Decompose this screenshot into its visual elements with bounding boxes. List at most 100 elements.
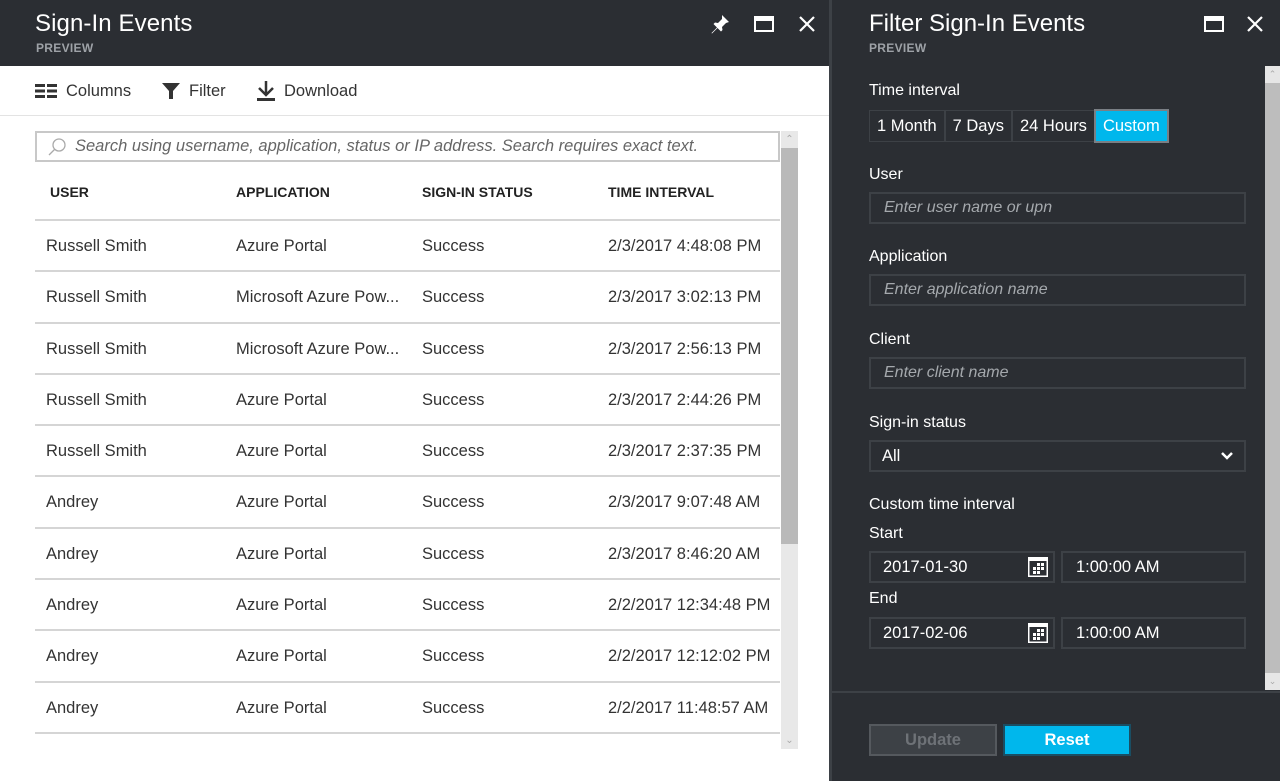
- table-row[interactable]: Russell Smith Microsoft Azure Pow... Succe…: [35, 272, 780, 324]
- maximize-icon[interactable]: [752, 12, 776, 36]
- cell-user: Russell Smith: [46, 339, 147, 358]
- filter-button[interactable]: Filter: [161, 79, 226, 103]
- scrollbar-thumb[interactable]: [781, 148, 798, 544]
- cell-sign-in-status: Success: [422, 647, 485, 666]
- columns-button[interactable]: Columns: [35, 79, 131, 103]
- application-input[interactable]: [884, 281, 1244, 299]
- cell-user: Andrey: [46, 698, 99, 717]
- table-header: USER APPLICATION SIGN-IN STATUS TIME INT…: [35, 162, 780, 221]
- scroll-up-arrow-icon[interactable]: ⌃: [1265, 66, 1280, 83]
- cell-application: Azure Portal: [236, 596, 327, 615]
- column-header-application[interactable]: APPLICATION: [236, 184, 330, 200]
- end-label: End: [869, 590, 898, 607]
- cell-user: Russell Smith: [46, 390, 147, 409]
- column-header-sign-in-status[interactable]: SIGN-IN STATUS: [422, 184, 533, 200]
- cell-application: Azure Portal: [236, 544, 327, 563]
- reset-button[interactable]: Reset: [1003, 724, 1131, 756]
- close-icon[interactable]: [795, 12, 819, 36]
- time-interval-label: Time interval: [869, 82, 960, 99]
- end-time-value: 1:00:00 AM: [1076, 623, 1160, 642]
- start-date-picker[interactable]: 2017-01-30: [869, 551, 1055, 583]
- cell-time-interval: 2/3/2017 4:48:08 PM: [608, 237, 762, 255]
- cell-time-interval: 2/3/2017 3:02:13 PM: [608, 288, 762, 307]
- portal-window: Sign-In Events PREVIEW Columns Filter Do…: [0, 0, 1280, 781]
- start-time-field[interactable]: 1:00:00 AM: [1061, 551, 1246, 583]
- pin-icon[interactable]: [708, 12, 732, 36]
- cell-user: Andrey: [46, 596, 99, 615]
- table-row[interactable]: Andrey Azure Portal Success 2/3/2017 8:46:2…: [35, 529, 780, 581]
- cell-user: Russell Smith: [46, 288, 147, 307]
- calendar-icon[interactable]: [1027, 622, 1049, 644]
- table-row[interactable]: Andrey Azure Portal Success 2/2/2017 12:12:…: [35, 631, 780, 683]
- update-button[interactable]: Update: [869, 724, 997, 756]
- calendar-icon[interactable]: [1027, 556, 1049, 578]
- column-header-time-interval[interactable]: TIME INTERVAL: [608, 184, 714, 200]
- cell-sign-in-status: Success: [422, 698, 485, 717]
- filter-scrollbar[interactable]: ⌃ ⌄: [1265, 66, 1280, 690]
- search-box[interactable]: [35, 131, 780, 162]
- cell-time-interval: 2/3/2017 2:37:35 PM: [608, 442, 762, 461]
- scroll-down-arrow-icon[interactable]: ⌄: [1265, 673, 1280, 690]
- time-interval-option-custom[interactable]: Custom: [1093, 109, 1169, 143]
- user-input[interactable]: [884, 199, 1244, 217]
- maximize-icon[interactable]: [1202, 12, 1226, 36]
- end-time-field[interactable]: 1:00:00 AM: [1061, 617, 1246, 649]
- application-field[interactable]: [869, 274, 1246, 306]
- filter-label: Filter: [189, 81, 226, 100]
- cell-application: Azure Portal: [236, 237, 327, 255]
- download-button[interactable]: Download: [256, 79, 357, 103]
- sign-in-status-selected-value: All: [882, 446, 901, 465]
- table-row[interactable]: Russell Smith Microsoft Azure Pow... Succe…: [35, 324, 780, 375]
- sign-in-events-table: USER APPLICATION SIGN-IN STATUS TIME INT…: [35, 162, 780, 734]
- table-row[interactable]: Russell Smith Azure Portal Success 2/3/2017…: [35, 426, 780, 478]
- time-interval-selector: 1 Month 7 Days 24 Hours Custom: [869, 109, 1169, 143]
- start-date-value: 2017-01-30: [883, 557, 968, 576]
- column-header-user[interactable]: USER: [50, 184, 89, 200]
- download-icon: [257, 81, 275, 101]
- cell-time-interval: 2/2/2017 11:48:57 AM: [608, 698, 769, 717]
- client-input[interactable]: [884, 364, 1244, 382]
- cell-application: Azure Portal: [236, 390, 327, 409]
- filter-sign-in-events-blade: Filter Sign-In Events PREVIEW Time inter…: [832, 0, 1280, 781]
- scroll-up-arrow-icon[interactable]: ⌃: [781, 131, 798, 148]
- table-scrollbar[interactable]: ⌃ ⌄: [781, 131, 798, 749]
- table-row[interactable]: Andrey Azure Portal Success 2/3/2017 9:07:4…: [35, 477, 780, 529]
- table-body: Russell Smith Azure Portal Success 2/3/2017…: [35, 221, 780, 734]
- user-field[interactable]: [869, 192, 1246, 224]
- cell-application: Azure Portal: [236, 493, 327, 512]
- scroll-down-arrow-icon[interactable]: ⌄: [781, 732, 798, 749]
- cell-time-interval: 2/2/2017 12:34:48 PM: [608, 596, 771, 615]
- custom-time-interval-label: Custom time interval: [869, 496, 1015, 513]
- cell-time-interval: 2/3/2017 9:07:48 AM: [608, 493, 761, 512]
- cell-sign-in-status: Success: [422, 493, 485, 512]
- start-label: Start: [869, 525, 903, 542]
- client-label: Client: [869, 331, 910, 348]
- table-row[interactable]: Andrey Azure Portal Success 2/2/2017 11:48:…: [35, 683, 780, 734]
- table-row[interactable]: Russell Smith Azure Portal Success 2/3/2017…: [35, 221, 780, 273]
- cell-sign-in-status: Success: [422, 288, 485, 307]
- time-interval-option-1-month[interactable]: 1 Month: [870, 111, 946, 141]
- application-label: Application: [869, 248, 948, 265]
- cell-application: Azure Portal: [236, 647, 327, 666]
- sign-in-status-dropdown[interactable]: All: [869, 440, 1246, 472]
- cell-time-interval: 2/2/2017 12:12:02 PM: [608, 647, 771, 666]
- start-time-value: 1:00:00 AM: [1076, 557, 1160, 576]
- table-row[interactable]: Andrey Azure Portal Success 2/2/2017 12:34:…: [35, 580, 780, 632]
- user-label: User: [869, 166, 903, 183]
- search-input[interactable]: [75, 137, 778, 156]
- cell-sign-in-status: Success: [422, 339, 485, 358]
- blade-subtitle: PREVIEW: [36, 41, 94, 55]
- time-interval-option-7-days[interactable]: 7 Days: [945, 111, 1013, 141]
- cell-sign-in-status: Success: [422, 442, 485, 461]
- columns-label: Columns: [66, 81, 132, 100]
- cell-user: Andrey: [46, 647, 99, 666]
- client-field[interactable]: [869, 357, 1246, 389]
- time-interval-option-24-hours[interactable]: 24 Hours: [1012, 111, 1096, 141]
- filter-blade-subtitle: PREVIEW: [869, 41, 927, 55]
- footer-divider: [832, 691, 1280, 693]
- cell-user: Andrey: [46, 544, 99, 563]
- cell-sign-in-status: Success: [422, 596, 485, 615]
- close-icon[interactable]: [1243, 12, 1267, 36]
- end-date-picker[interactable]: 2017-02-06: [869, 617, 1055, 649]
- table-row[interactable]: Russell Smith Azure Portal Success 2/3/2017…: [35, 375, 780, 427]
